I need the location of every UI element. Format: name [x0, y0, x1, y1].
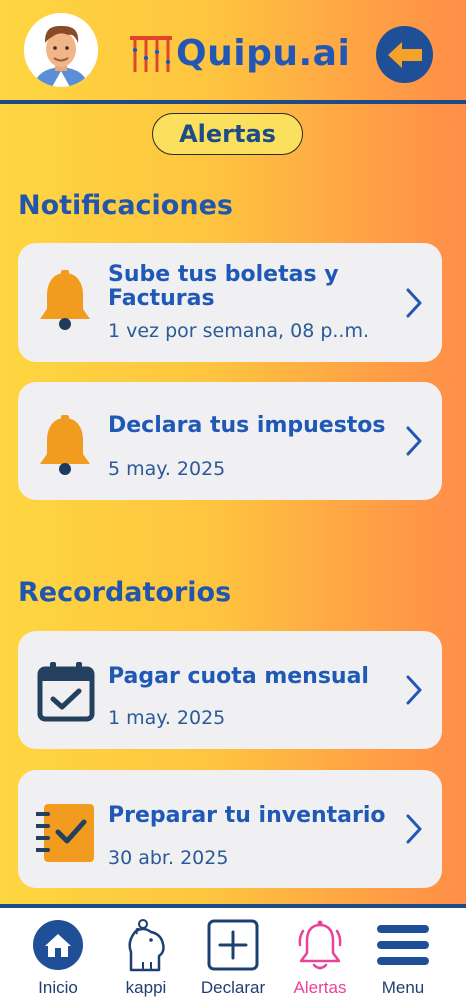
plus-square-icon — [207, 919, 259, 971]
bottom-nav: Inicio kappi Declarar Alertas Menu — [0, 904, 466, 1008]
abacus-icon — [130, 36, 172, 72]
bell-outline-icon — [298, 920, 342, 970]
card-title: Declara tus impuestos — [108, 413, 386, 438]
notification-card-impuestos[interactable]: Declara tus impuestos 5 may. 2025 — [18, 382, 442, 500]
arrow-left-icon — [387, 41, 422, 68]
chevron-right-icon — [406, 675, 422, 705]
nav-label: Alertas — [293, 978, 347, 997]
card-subtitle: 30 abr. 2025 — [108, 847, 229, 869]
home-icon — [33, 920, 83, 970]
chevron-right-icon — [406, 288, 422, 318]
nav-label: Menu — [381, 978, 425, 997]
bell-icon — [40, 415, 90, 475]
reminder-card-cuota[interactable]: Pagar cuota mensual 1 may. 2025 — [18, 631, 442, 749]
card-title: Pagar cuota mensual — [108, 664, 369, 689]
app-header: Quipu.ai — [0, 0, 466, 103]
notifications-heading: Notificaciones — [18, 190, 233, 221]
user-avatar[interactable] — [24, 13, 98, 87]
reminder-card-inventario[interactable]: Preparar tu inventario 30 abr. 2025 — [18, 770, 442, 888]
nav-label: kappi — [125, 978, 167, 997]
back-button[interactable] — [376, 26, 433, 83]
card-title: Sube tus boletas y Facturas — [108, 262, 339, 311]
nav-label: Declarar — [200, 978, 266, 997]
card-subtitle: 5 may. 2025 — [108, 458, 226, 480]
chevron-right-icon — [406, 814, 422, 844]
nav-item-inicio[interactable]: Inicio — [13, 918, 103, 1004]
page-title: Alertas — [152, 113, 303, 155]
nav-item-menu[interactable]: Menu — [358, 918, 448, 1004]
card-title: Preparar tu inventario — [108, 803, 386, 828]
nav-label: Inicio — [38, 978, 78, 997]
card-subtitle: 1 may. 2025 — [108, 707, 226, 729]
card-subtitle: 1 vez por semana, 08 p..m. — [108, 320, 370, 342]
bell-icon — [40, 270, 90, 330]
header-divider — [0, 100, 466, 104]
chevron-right-icon — [406, 426, 422, 456]
reminders-heading: Recordatorios — [18, 577, 232, 608]
capybara-icon — [128, 919, 165, 972]
nav-item-declarar[interactable]: Declarar — [188, 918, 278, 1004]
app-logo: Quipu.ai — [128, 30, 350, 76]
calendar-check-icon — [37, 662, 95, 722]
nav-item-alertas[interactable]: Alertas — [275, 918, 365, 1004]
hamburger-icon — [377, 925, 429, 965]
notification-card-boletas[interactable]: Sube tus boletas y Facturas 1 vez por se… — [18, 243, 442, 362]
logo-text: Quipu.ai — [176, 32, 351, 74]
checklist-icon — [36, 804, 94, 862]
nav-item-kappi[interactable]: kappi — [101, 918, 191, 1004]
